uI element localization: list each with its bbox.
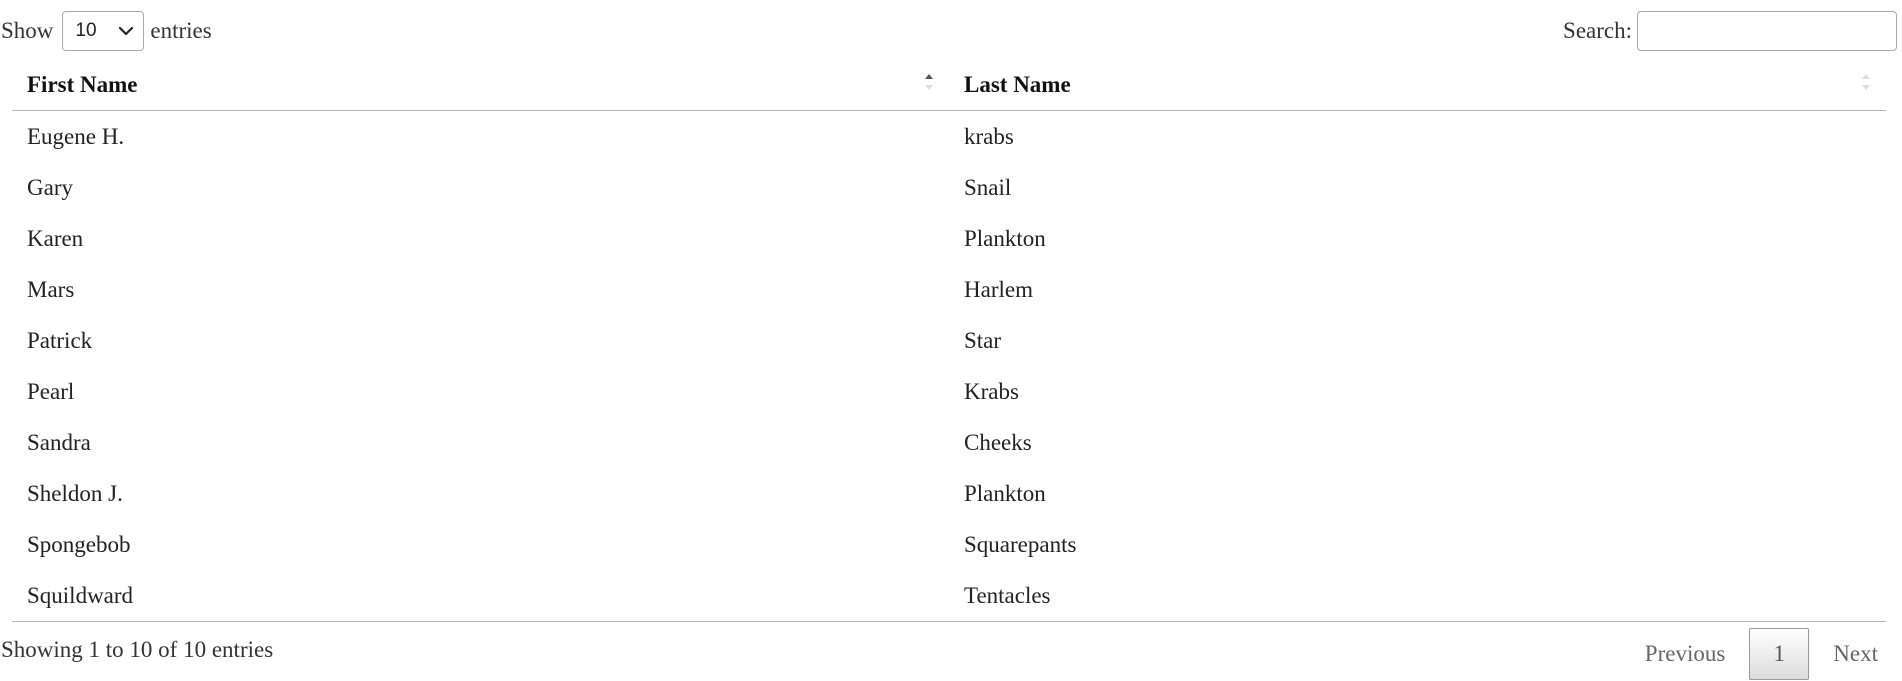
sort-ascending-icon	[925, 74, 933, 90]
entries-per-page-select[interactable]: 10	[62, 11, 145, 51]
table-row: Squildward Tentacles	[12, 570, 1886, 621]
column-header-label: Last Name	[964, 72, 1071, 97]
first-name-cell: Mars	[27, 276, 75, 302]
table-row: Mars Harlem	[12, 264, 1886, 315]
table-row: Karen Plankton	[12, 213, 1886, 264]
sort-arrows-icon	[1862, 74, 1870, 90]
last-name-cell: Krabs	[964, 378, 1019, 404]
data-table: First Name Last Name Eugene H. krabs Gar…	[12, 60, 1886, 622]
search-input[interactable]	[1637, 11, 1897, 51]
table-row: Sandra Cheeks	[12, 417, 1886, 468]
last-name-cell: krabs	[964, 123, 1014, 149]
column-header-last-name[interactable]: Last Name	[949, 60, 1886, 110]
search-label: Search:	[1563, 18, 1632, 43]
first-name-cell: Spongebob	[27, 531, 131, 557]
length-control: Show 10 entries	[1, 10, 212, 52]
table-row: Pearl Krabs	[12, 366, 1886, 417]
last-name-cell: Tentacles	[964, 582, 1051, 608]
last-name-cell: Squarepants	[964, 531, 1077, 557]
table-row: Eugene H. krabs	[12, 111, 1886, 162]
first-name-cell: Sheldon J.	[27, 480, 123, 506]
first-name-cell: Sandra	[27, 429, 91, 455]
last-name-cell: Star	[964, 327, 1002, 353]
length-label-before: Show	[1, 18, 54, 43]
first-name-cell: Squildward	[27, 582, 134, 608]
column-header-label: First Name	[27, 72, 138, 97]
table-row: Gary Snail	[12, 162, 1886, 213]
last-name-cell: Harlem	[964, 276, 1033, 302]
last-name-cell: Plankton	[964, 480, 1046, 506]
search-control: Search:	[1563, 10, 1897, 52]
last-name-cell: Snail	[964, 174, 1012, 200]
first-name-cell: Pearl	[27, 378, 75, 404]
table-header: First Name Last Name	[12, 60, 1886, 111]
previous-page-button[interactable]: Previous	[1631, 627, 1740, 681]
datatable-page: Show 10 entries Search: First Name Last …	[0, 0, 1902, 681]
column-header-first-name[interactable]: First Name	[12, 60, 949, 110]
chevron-down-icon	[119, 26, 134, 36]
table-row: Spongebob Squarepants	[12, 519, 1886, 570]
last-name-cell: Cheeks	[964, 429, 1032, 455]
next-page-button[interactable]: Next	[1819, 627, 1892, 681]
entries-per-page-value: 10	[75, 20, 97, 41]
first-name-cell: Gary	[27, 174, 73, 200]
pagination: Previous 1 Next	[1631, 627, 1892, 681]
table-row: Patrick Star	[12, 315, 1886, 366]
first-name-cell: Patrick	[27, 327, 93, 353]
table-body: Eugene H. krabs Gary Snail Karen Plankto…	[12, 111, 1886, 622]
first-name-cell: Eugene H.	[27, 123, 125, 149]
table-row: Sheldon J. Plankton	[12, 468, 1886, 519]
length-label-after: entries	[150, 18, 212, 43]
last-name-cell: Plankton	[964, 225, 1046, 251]
table-info: Showing 1 to 10 of 10 entries	[1, 637, 274, 662]
first-name-cell: Karen	[27, 225, 84, 251]
page-1-button[interactable]: 1	[1749, 628, 1810, 680]
